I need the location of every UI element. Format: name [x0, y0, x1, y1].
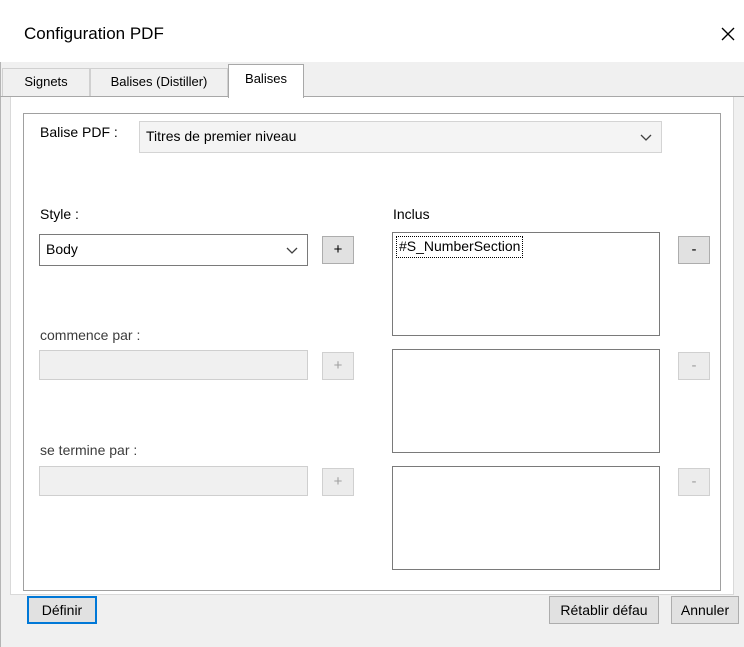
- se-termine-par-label: se termine par :: [40, 442, 138, 458]
- window-left-border: [0, 62, 1, 647]
- commence-par-label: commence par :: [40, 327, 141, 343]
- add-commence-button[interactable]: +: [322, 352, 354, 380]
- commence-listbox[interactable]: [392, 349, 660, 453]
- remove-termine-button[interactable]: -: [678, 468, 710, 496]
- tab-balises-distiller[interactable]: Balises (Distiller): [90, 68, 228, 96]
- add-style-button[interactable]: +: [322, 236, 354, 264]
- balise-pdf-value: Titres de premier niveau: [146, 128, 297, 144]
- commence-par-input[interactable]: [39, 350, 308, 380]
- add-termine-button[interactable]: +: [322, 468, 354, 496]
- remove-commence-button[interactable]: -: [678, 352, 710, 380]
- inclus-label: Inclus: [393, 206, 430, 222]
- close-icon: [721, 27, 735, 41]
- definir-button[interactable]: Définir: [27, 596, 97, 624]
- chevron-down-icon: [640, 134, 652, 141]
- balise-pdf-dropdown[interactable]: Titres de premier niveau: [139, 121, 662, 153]
- style-value: Body: [46, 241, 78, 257]
- termine-listbox[interactable]: [392, 466, 660, 570]
- chevron-down-icon: [286, 247, 298, 254]
- annuler-button[interactable]: Annuler: [671, 596, 739, 624]
- tab-balises[interactable]: Balises: [228, 64, 304, 98]
- pdf-configuration-dialog: Configuration PDF Signets Balises (Disti…: [0, 0, 744, 647]
- style-label: Style :: [40, 206, 79, 222]
- balise-pdf-label: Balise PDF :: [40, 124, 118, 140]
- inclus-listbox[interactable]: #S_NumberSection: [392, 232, 660, 336]
- tab-strip: Signets Balises (Distiller) Balises: [0, 62, 744, 98]
- tab-signets[interactable]: Signets: [2, 68, 90, 96]
- remove-inclus-button[interactable]: -: [678, 236, 710, 264]
- se-termine-par-input[interactable]: [39, 466, 308, 496]
- list-item[interactable]: #S_NumberSection: [396, 236, 524, 258]
- retablir-defaut-button[interactable]: Rétablir défau: [549, 596, 659, 624]
- title-bar: Configuration PDF: [0, 0, 744, 62]
- close-button[interactable]: [714, 20, 742, 48]
- style-dropdown[interactable]: Body: [39, 234, 308, 266]
- window-title: Configuration PDF: [24, 24, 164, 43]
